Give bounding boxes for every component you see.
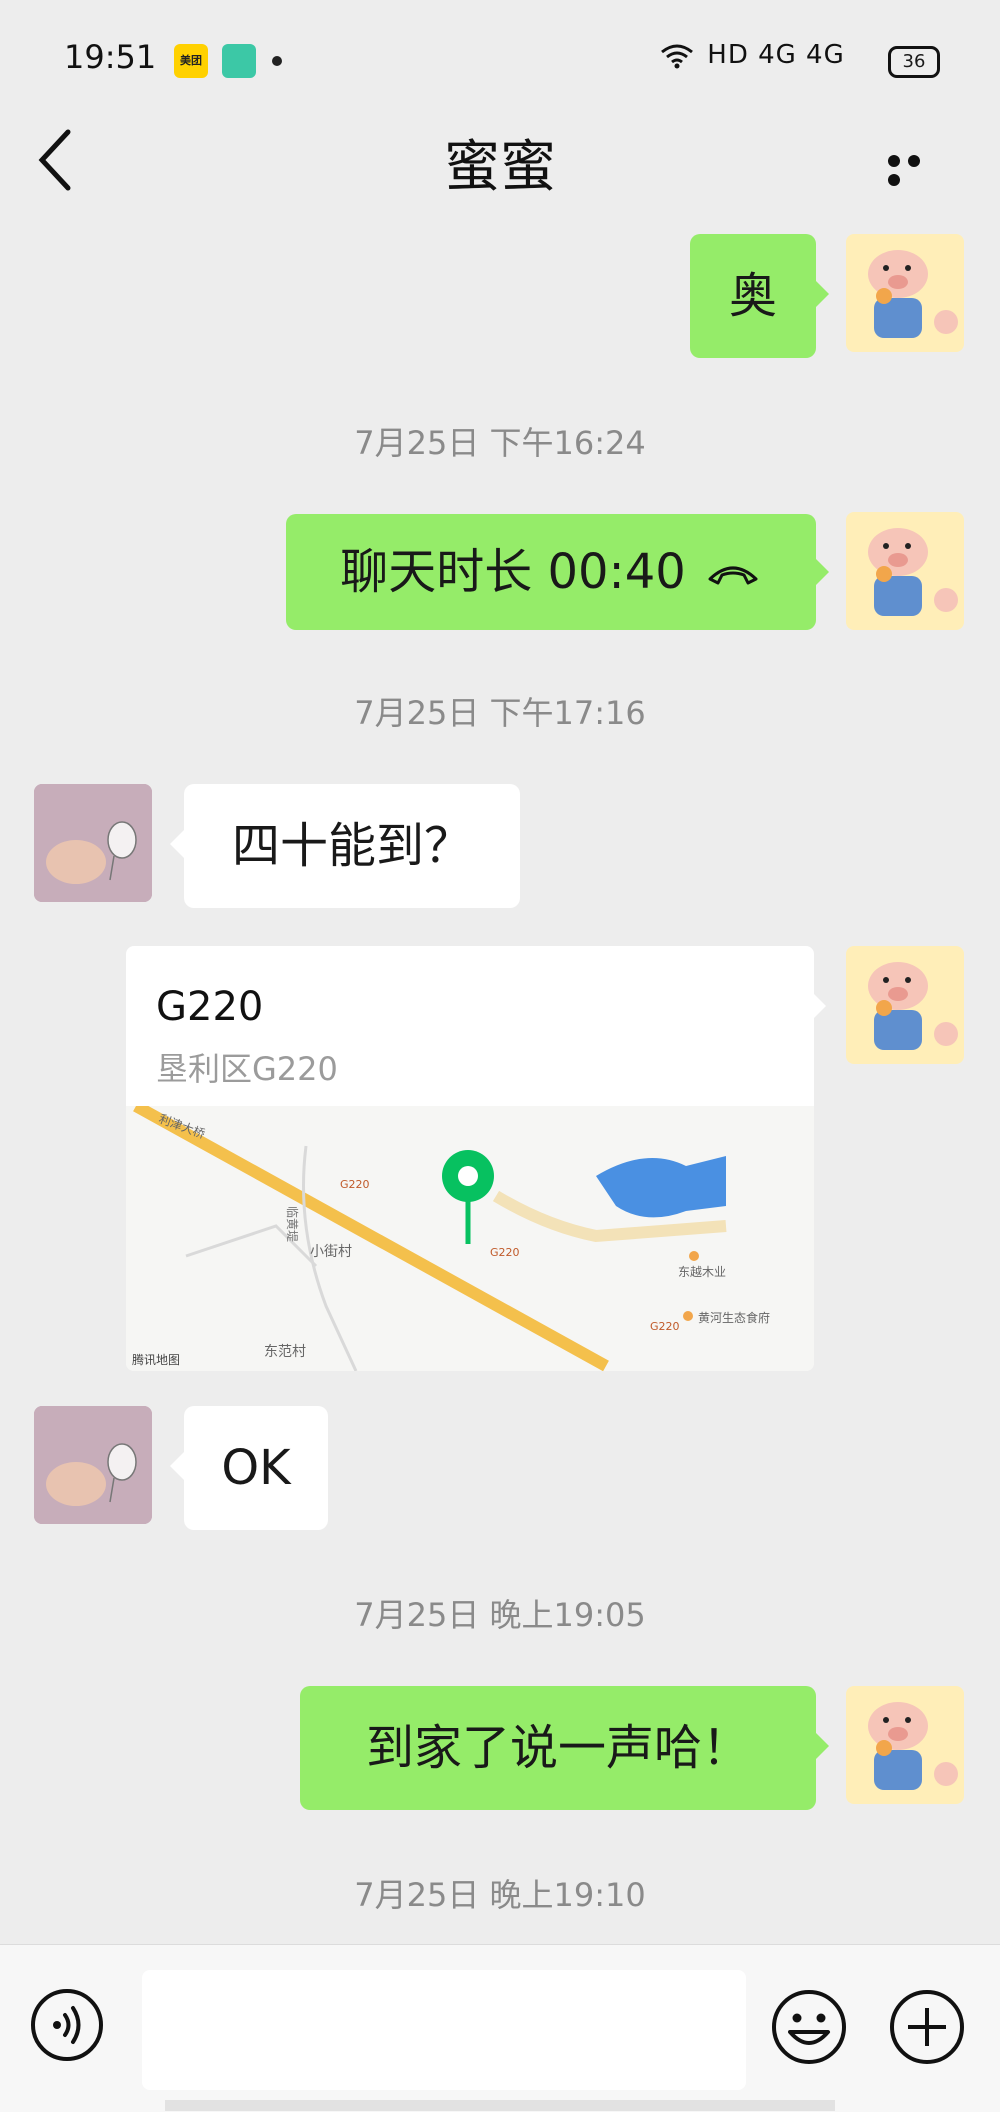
my-avatar[interactable] (846, 512, 964, 630)
map-label-poi: 黄河生态食府 (698, 1310, 770, 1325)
friend-message-bubble[interactable]: 四十能到？ (184, 784, 520, 908)
chat-title: 蜜蜜 (444, 135, 556, 200)
battery-icon: 36 (888, 46, 940, 78)
bubble-tail (815, 1732, 829, 1760)
my-message-bubble[interactable]: 奥 (690, 234, 816, 358)
wifi-icon (661, 44, 693, 68)
my-avatar[interactable] (846, 1686, 964, 1804)
my-avatar[interactable] (846, 234, 964, 352)
emoji-icon[interactable] (770, 1988, 848, 2066)
timestamp: 7月25日 下午17:16 (354, 694, 646, 732)
bubble-tail (815, 280, 829, 308)
map-label-dike: 临黄堤 (285, 1206, 299, 1242)
phone-hangup-icon (708, 566, 758, 585)
map-label-village: 小街村 (310, 1244, 352, 1260)
message-text: 奥 (728, 268, 777, 324)
meituan-app-icon: 美团 (174, 44, 208, 78)
app-notification-icon (222, 44, 256, 78)
call-duration-text: 聊天时长 00:40 (340, 544, 686, 600)
notification-dot-icon (272, 56, 282, 66)
friend-avatar[interactable] (34, 784, 152, 902)
home-indicator (165, 2100, 835, 2111)
timestamp: 7月25日 晚上19:05 (354, 1596, 646, 1634)
friend-message-bubble[interactable]: OK (184, 1406, 328, 1530)
voice-icon[interactable] (30, 1988, 104, 2062)
location-address: 垦利区G220 (156, 1050, 338, 1088)
message-input[interactable] (142, 1970, 746, 2090)
map-label-road: G220 (340, 1178, 370, 1191)
my-message-bubble[interactable]: 到家了说一声哈！ (300, 1686, 816, 1810)
bubble-tail (170, 830, 184, 858)
bubble-tail (815, 558, 829, 586)
map-label-road: G220 (650, 1320, 680, 1333)
timestamp: 7月25日 下午16:24 (354, 424, 646, 462)
location-map[interactable]: 利津大桥 G220 G220 G220 小街村 东范村 临黄堤 东越木业 黄河生… (126, 1106, 814, 1371)
message-text: 四十能到？ (231, 818, 472, 874)
map-label-road: G220 (490, 1246, 520, 1259)
friend-avatar[interactable] (34, 1406, 152, 1524)
status-time: 19:51 (64, 38, 157, 76)
message-text: 到家了说一声哈！ (365, 1720, 750, 1776)
map-label-village: 东范村 (264, 1343, 306, 1360)
bubble-tail (170, 1452, 184, 1480)
network-status: HD 4G 4G (660, 40, 845, 70)
more-dots-icon[interactable] (888, 152, 944, 186)
timestamp: 7月25日 晚上19:10 (354, 1876, 646, 1914)
my-avatar[interactable] (846, 946, 964, 1064)
network-label: HD 4G 4G (707, 40, 845, 70)
map-attribution: 腾讯地图 (132, 1352, 180, 1367)
location-card[interactable]: G220 垦利区G220 利津大桥 G220 G220 G220 小街村 东范村… (126, 946, 814, 1371)
plus-icon[interactable] (888, 1988, 966, 2066)
bubble-tail (814, 994, 826, 1018)
map-label-poi: 东越木业 (678, 1265, 726, 1279)
message-text: OK (221, 1440, 291, 1496)
location-title: G220 (156, 984, 264, 1030)
call-record-bubble[interactable]: 聊天时长 00:40 (286, 514, 816, 630)
